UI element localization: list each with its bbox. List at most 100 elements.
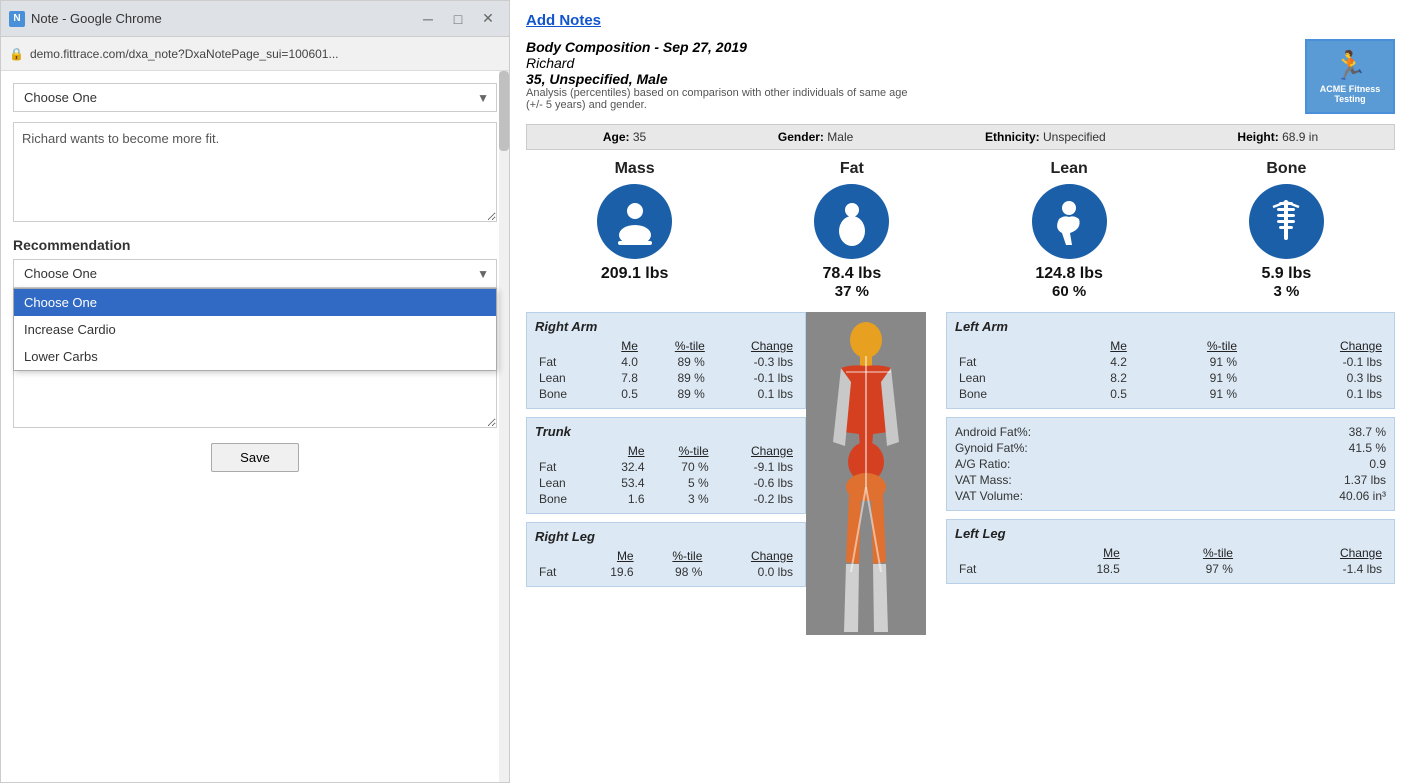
- scrollbar-thumb[interactable]: [499, 71, 509, 151]
- address-text[interactable]: demo.fittrace.com/dxa_note?DxaNotePage_s…: [30, 47, 339, 61]
- left-arm-col1: Me: [1059, 338, 1131, 354]
- right-arm-title: Right Arm: [535, 319, 797, 334]
- save-button[interactable]: Save: [211, 443, 299, 472]
- report-header: Body Composition - Sep 27, 2019 Richard …: [526, 39, 1395, 114]
- metric-mass-circle: [597, 184, 672, 259]
- vat-mass-label: VAT Mass:: [955, 473, 1012, 487]
- left-arm-table: Me %-tile Change Fat 4.2 91 % -0.1 lbs: [955, 338, 1386, 402]
- right-leg-col1: Me: [581, 548, 638, 564]
- report-title: Body Composition - Sep 27, 2019 Richard …: [526, 39, 926, 111]
- address-bar: 🔒 demo.fittrace.com/dxa_note?DxaNotePage…: [1, 37, 509, 71]
- left-arm-col0: [955, 338, 1059, 354]
- trunk-lean-change: -0.6 lbs: [713, 475, 797, 491]
- metric-fat-title: Fat: [840, 160, 864, 178]
- report-analysis-note: Analysis (percentiles) based on comparis…: [526, 87, 926, 111]
- android-fat-label: Android Fat%:: [955, 425, 1031, 439]
- left-arm-fat-pct: 91 %: [1131, 354, 1241, 370]
- metric-bone-circle: [1249, 184, 1324, 259]
- right-arm-lean-change: -0.1 lbs: [709, 370, 797, 386]
- acme-runner-icon: 🏃: [1333, 49, 1368, 82]
- trunk-bone-change: -0.2 lbs: [713, 491, 797, 507]
- left-arm-col3: Change: [1241, 338, 1386, 354]
- report-name: Richard: [526, 55, 926, 71]
- ethnicity-info: Ethnicity: Unspecified: [985, 130, 1106, 144]
- metric-mass: Mass 209.1 lbs: [539, 160, 730, 300]
- right-arm-bone-me: 0.5: [598, 386, 641, 402]
- right-leg-fat-change: 0.0 lbs: [706, 564, 797, 580]
- fat-icon: [827, 197, 877, 247]
- trunk-col1: Me: [596, 443, 649, 459]
- android-fat-row: Android Fat%: 38.7 %: [955, 424, 1386, 440]
- table-row: Fat 18.5 97 % -1.4 lbs: [955, 561, 1386, 577]
- table-row: Fat 19.6 98 % 0.0 lbs: [535, 564, 797, 580]
- right-leg-section: Right Leg Me %-tile Change Fat 19.: [526, 522, 806, 587]
- left-arm-bone-pct: 91 %: [1131, 386, 1241, 402]
- ag-ratio-row: A/G Ratio: 0.9: [955, 456, 1386, 472]
- gynoid-fat-value: 41.5 %: [1349, 441, 1386, 455]
- trunk-lean-label: Lean: [535, 475, 596, 491]
- textarea1[interactable]: Richard wants to become more fit.: [13, 122, 497, 222]
- mass-icon: [610, 197, 660, 247]
- table-row: Lean 7.8 89 % -0.1 lbs: [535, 370, 797, 386]
- dropdown2-wrapper: Choose One Increase Cardio Lower Carbs ▼…: [13, 259, 497, 288]
- table-row: Fat 4.0 89 % -0.3 lbs: [535, 354, 797, 370]
- metric-lean: Lean 124.8 lbs 60 %: [974, 160, 1165, 300]
- vat-mass-value: 1.37 lbs: [1344, 473, 1386, 487]
- left-leg-table: Me %-tile Change Fat 18.5 97 % -1.4 lbs: [955, 545, 1386, 577]
- right-arm-section: Right Arm Me %-tile Change Fat 4.0: [526, 312, 806, 409]
- dropdown2-option-lower-carbs[interactable]: Lower Carbs: [14, 343, 496, 370]
- right-leg-title: Right Leg: [535, 529, 797, 544]
- right-arm-fat-change: -0.3 lbs: [709, 354, 797, 370]
- left-arm-title: Left Arm: [955, 319, 1386, 334]
- left-body-sections: Right Arm Me %-tile Change Fat 4.0: [526, 312, 806, 635]
- vat-mass-row: VAT Mass: 1.37 lbs: [955, 472, 1386, 488]
- left-arm-lean-label: Lean: [955, 370, 1059, 386]
- left-arm-fat-label: Fat: [955, 354, 1059, 370]
- left-arm-bone-label: Bone: [955, 386, 1059, 402]
- chrome-icon: N: [9, 11, 25, 27]
- dropdown2-option-increase-cardio[interactable]: Increase Cardio: [14, 316, 496, 343]
- android-fat-value: 38.7 %: [1349, 425, 1386, 439]
- trunk-fat-me: 32.4: [596, 459, 649, 475]
- lock-icon: 🔒: [9, 47, 24, 61]
- android-stats-section: Android Fat%: 38.7 % Gynoid Fat%: 41.5 %…: [946, 417, 1395, 511]
- right-arm-bone-label: Bone: [535, 386, 598, 402]
- vat-volume-value: 40.06 in³: [1339, 489, 1386, 503]
- left-leg-section: Left Leg Me %-tile Change Fat 18.5: [946, 519, 1395, 584]
- trunk-col0: [535, 443, 596, 459]
- left-arm-lean-pct: 91 %: [1131, 370, 1241, 386]
- gynoid-fat-row: Gynoid Fat%: 41.5 %: [955, 440, 1386, 456]
- acme-line1: ACME Fitness: [1320, 84, 1381, 94]
- metric-fat-value: 78.4 lbs: [823, 265, 882, 283]
- left-leg-fat-label: Fat: [955, 561, 1030, 577]
- close-button[interactable]: ✕: [475, 9, 501, 29]
- acme-logo: 🏃 ACME Fitness Testing: [1305, 39, 1395, 114]
- dropdown2-select[interactable]: Choose One Increase Cardio Lower Carbs: [13, 259, 497, 288]
- minimize-button[interactable]: ─: [415, 9, 441, 29]
- add-notes-link[interactable]: Add Notes: [526, 12, 1395, 29]
- left-arm-lean-me: 8.2: [1059, 370, 1131, 386]
- right-leg-fat-me: 19.6: [581, 564, 638, 580]
- left-leg-fat-pct: 97 %: [1124, 561, 1237, 577]
- trunk-sidebar-labels: Trunk Fat Lean Bone: [926, 312, 946, 635]
- trunk-lean-me: 53.4: [596, 475, 649, 491]
- left-arm-fat-me: 4.2: [1059, 354, 1131, 370]
- left-arm-section: Left Arm Me %-tile Change Fat 4.2: [946, 312, 1395, 409]
- report-panel: Add Notes Body Composition - Sep 27, 201…: [510, 0, 1411, 783]
- gynoid-fat-label: Gynoid Fat%:: [955, 441, 1028, 455]
- table-row: Lean 53.4 5 % -0.6 lbs: [535, 475, 797, 491]
- trunk-bone-pct: 3 %: [649, 491, 713, 507]
- metric-mass-value: 209.1 lbs: [601, 265, 669, 283]
- metric-lean-pct: 60 %: [1052, 283, 1086, 300]
- trunk-col3: Change: [713, 443, 797, 459]
- right-leg-fat-label: Fat: [535, 564, 581, 580]
- scrollbar-track[interactable]: [499, 71, 509, 782]
- metric-fat: Fat 78.4 lbs 37 %: [756, 160, 947, 300]
- dropdown2-option-choose-one[interactable]: Choose One: [14, 289, 496, 316]
- vat-volume-row: VAT Volume: 40.06 in³: [955, 488, 1386, 504]
- dropdown1-select[interactable]: Choose One Increase Cardio Lower Carbs: [13, 83, 497, 112]
- right-arm-fat-label: Fat: [535, 354, 598, 370]
- maximize-button[interactable]: □: [445, 9, 471, 29]
- metric-fat-circle: [814, 184, 889, 259]
- ag-ratio-value: 0.9: [1369, 457, 1386, 471]
